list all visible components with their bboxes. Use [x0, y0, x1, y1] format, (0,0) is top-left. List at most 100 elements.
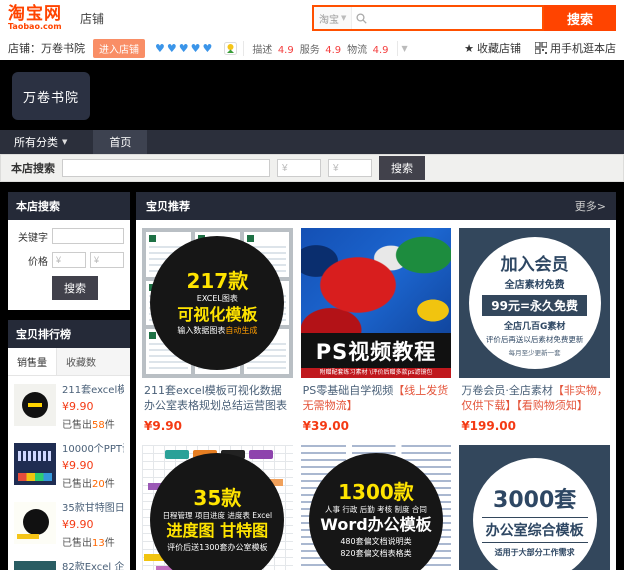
product-price: ¥9.90 — [144, 419, 182, 433]
shop-banner: 万卷书院 — [0, 60, 624, 130]
rank-item-sold: 已售出13件 — [62, 538, 115, 549]
star-icon: ★ — [464, 41, 474, 55]
product-image[interactable]: 加入会员 全店素材免费 99元=永久免费 全店几百G素材 评价后再送以后素材免费… — [459, 228, 610, 378]
product-card-membership[interactable]: 加入会员 全店素材免费 99元=永久免费 全店几百G素材 评价后再送以后素材免费… — [459, 228, 610, 435]
rank-item-sold: 已售出20件 — [62, 479, 115, 490]
bundle-circle: 3000套 办公室综合模板 适用于大部分工作需求 — [472, 458, 597, 570]
shop-rating-hearts-icon: ♥♥♥♥♥ — [155, 41, 215, 55]
product-card-office-bundle[interactable]: 3000套 办公室综合模板 适用于大部分工作需求 — [459, 445, 610, 570]
ps-course-subtitle: 附赠配套练习素材 \评价后赠多款ps滤镜包 — [300, 368, 452, 378]
search-icon — [356, 12, 368, 24]
product-image[interactable]: 35款 日程管理 项目进度 进度表 Excel 进度图 甘特图 评价后送1300… — [142, 445, 293, 570]
product-card-ps-course[interactable]: PS视频教程 附赠配套练习素材 \评价后赠多款ps滤镜包 PS零基础自学视频【线… — [300, 228, 452, 435]
store-search-row: 本店搜索 搜索 — [0, 154, 624, 182]
rank-item[interactable]: 10000个PPT设计 ¥9.90 已售出20件 — [14, 443, 124, 490]
overlay-badge: 217款 EXCEL图表 可视化模板 输入数据图表自动生成 — [150, 236, 285, 370]
rank-item-price: ¥9.90 — [62, 459, 94, 472]
search-scope-dropdown[interactable]: 淘宝 ▼ — [314, 7, 353, 29]
store-search-min-price-input[interactable] — [277, 159, 321, 177]
product-image[interactable]: 3000套 办公室综合模板 适用于大部分工作需求 — [459, 445, 610, 570]
sidebar-keyword-input[interactable] — [52, 228, 124, 244]
price-label: 价格 — [28, 256, 48, 268]
rating-desc: 描述 4.9 — [252, 44, 294, 56]
sidebar-search-box: 本店搜索 关键字 价格 搜索 — [8, 192, 130, 310]
ps-course-banner: PS视频教程 — [300, 333, 452, 368]
product-price: ¥39.00 — [302, 419, 349, 433]
chevron-down-icon: ▼ — [62, 138, 68, 146]
content-area: 本店搜索 关键字 价格 搜索 宝贝排行榜 销售量 收藏数 — [0, 184, 624, 570]
product-card-word[interactable]: 1300款 人事 行政 后勤 考核 制度 合同 Word办公模板 480套偏文档… — [300, 445, 452, 570]
all-categories-label: 所有分类 — [14, 136, 58, 149]
ranking-title: 宝贝排行榜 — [8, 320, 130, 348]
site-search-box: 淘宝 ▼ — [312, 5, 544, 31]
site-search-input[interactable] — [371, 7, 542, 29]
rank-item-sold: 已售出58件 — [62, 420, 115, 431]
product-title[interactable]: 211套excel模板可视化数据办公室表格规划总结运营图表 — [144, 384, 291, 414]
rating-logistics: 物流 4.9 — [347, 44, 389, 56]
shop-name-label: 店铺：万卷书院 — [8, 42, 85, 55]
search-scope-label: 淘宝 — [319, 14, 339, 26]
rank-item[interactable]: 82款Excel 企业公 ¥19.90 已售出7件 — [14, 561, 124, 570]
favorite-shop-label: 收藏店铺 — [477, 42, 521, 55]
recommendations-header: 宝贝推荐 更多> — [136, 192, 616, 220]
rank-item-title: 211套excel模板可 — [62, 385, 124, 396]
rank-item-price: ¥9.90 — [62, 400, 94, 413]
shopbar-right: ★ 收藏店铺 用手机逛本店 — [464, 40, 616, 56]
sidebar: 本店搜索 关键字 价格 搜索 宝贝排行榜 销售量 收藏数 — [8, 192, 130, 570]
favorite-shop-link[interactable]: ★ 收藏店铺 — [464, 40, 521, 56]
overlay-badge: 35款 日程管理 项目进度 进度表 Excel 进度图 甘特图 评价后送1300… — [150, 453, 285, 570]
product-title[interactable]: PS零基础自学视频【线上发货无需物流】 — [303, 384, 450, 414]
shop-logo-box[interactable]: 万卷书院 — [12, 72, 90, 120]
product-grid: 217款 EXCEL图表 可视化模板 输入数据图表自动生成 211套excel模… — [136, 220, 616, 570]
rating-service: 服务 4.9 — [299, 44, 342, 56]
ranking-list: 211套excel模板可 ¥9.90 已售出58件 10000个PPT设计 ¥9… — [8, 376, 130, 570]
rank-item-thumbnail — [14, 502, 56, 544]
shop-word-label: 店铺 — [80, 11, 105, 26]
rank-item-thumbnail — [14, 443, 56, 485]
qr-code-icon — [535, 42, 547, 54]
sidebar-max-price-input[interactable] — [90, 252, 124, 268]
mobile-shop-link[interactable]: 用手机逛本店 — [535, 40, 616, 56]
more-link[interactable]: 更多> — [575, 198, 606, 214]
site-search-button[interactable]: 搜索 — [544, 5, 616, 31]
chevron-down-icon: ▼ — [341, 14, 347, 22]
sidebar-search-button[interactable]: 搜索 — [52, 276, 98, 300]
all-categories-menu[interactable]: 所有分类 ▼ — [14, 134, 67, 150]
rank-item-price: ¥9.90 — [62, 518, 94, 531]
store-search-keyword-input[interactable] — [62, 159, 270, 177]
keyword-label: 关键字 — [18, 232, 48, 244]
consumer-protection-icon — [224, 41, 238, 55]
product-card-excel-charts[interactable]: 217款 EXCEL图表 可视化模板 输入数据图表自动生成 211套excel模… — [142, 228, 293, 435]
rank-item[interactable]: 211套excel模板可 ¥9.90 已售出58件 — [14, 384, 124, 431]
rank-item-thumbnail — [14, 384, 56, 426]
rank-item-title: 10000个PPT设计 — [62, 444, 124, 455]
product-price: ¥199.00 — [461, 419, 516, 433]
shop-ratings: 描述 4.9 服务 4.9 物流 4.9 — [243, 40, 398, 56]
product-title[interactable]: 万卷会员·全店素材【非实物，仅供下载】【看购物须知】 — [461, 384, 608, 414]
home-tab[interactable]: 首页 — [93, 130, 148, 154]
product-image[interactable]: PS视频教程 附赠配套练习素材 \评价后赠多款ps滤镜包 — [300, 228, 452, 378]
shop-info-bar: 店铺：万卷书院 进入店铺 ♥♥♥♥♥ 描述 4.9 服务 4.9 物流 4.9 … — [0, 36, 624, 60]
tab-sales[interactable]: 销售量 — [8, 348, 57, 375]
taobao-logo[interactable]: 淘宝网 Taobao.com — [8, 3, 62, 31]
store-search-button[interactable]: 搜索 — [379, 156, 425, 180]
tab-favorites[interactable]: 收藏数 — [57, 348, 105, 375]
enter-shop-button[interactable]: 进入店铺 — [93, 38, 145, 58]
product-image[interactable]: 1300款 人事 行政 后勤 考核 制度 合同 Word办公模板 480套偏文档… — [300, 445, 452, 570]
main-panel: 宝贝推荐 更多> 217款 EXCEL图表 可视化模板 输入数据图表自动生成 2… — [136, 192, 616, 570]
store-search-max-price-input[interactable] — [328, 159, 372, 177]
product-card-gantt[interactable]: 35款 日程管理 项目进度 进度表 Excel 进度图 甘特图 评价后送1300… — [142, 445, 293, 570]
decor-chip — [248, 450, 273, 459]
ratings-expand-icon[interactable]: ▼ — [402, 44, 408, 53]
mobile-shop-label: 用手机逛本店 — [550, 42, 616, 55]
taobao-logo-cn: 淘宝网 — [8, 3, 62, 24]
rank-item-title: 82款Excel 企业公 — [62, 562, 124, 570]
taobao-logo-en: Taobao.com — [8, 21, 62, 31]
rank-item-title: 35款甘特图日程表 — [62, 503, 124, 514]
sidebar-search-title: 本店搜索 — [8, 192, 130, 220]
product-image[interactable]: 217款 EXCEL图表 可视化模板 输入数据图表自动生成 — [142, 228, 293, 378]
sidebar-min-price-input[interactable] — [52, 252, 86, 268]
recommendations-title: 宝贝推荐 — [146, 200, 190, 213]
overlay-badge: 1300款 人事 行政 后勤 考核 制度 合同 Word办公模板 480套偏文档… — [308, 453, 443, 570]
rank-item[interactable]: 35款甘特图日程表 ¥9.90 已售出13件 — [14, 502, 124, 549]
